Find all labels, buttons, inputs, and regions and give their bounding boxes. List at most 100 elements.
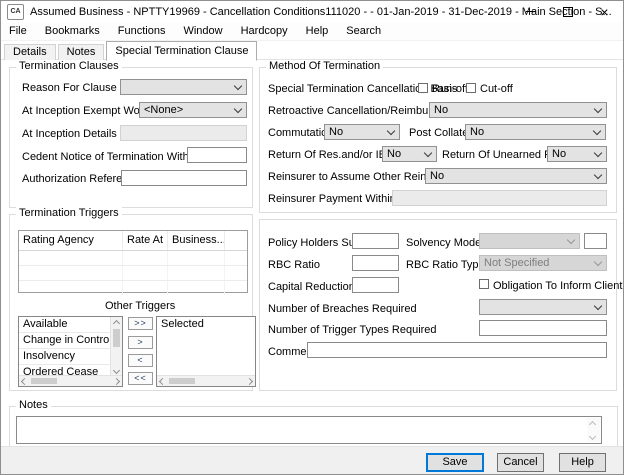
policy-holders-surplus-field[interactable] — [352, 233, 399, 249]
vertical-scrollbar[interactable] — [110, 317, 122, 376]
cancel-button[interactable]: Cancel — [497, 453, 544, 472]
authorization-reference-field[interactable] — [121, 170, 247, 186]
chevron-down-icon — [424, 148, 432, 156]
return-res-ibnr-select[interactable]: No — [382, 146, 437, 162]
list-item[interactable]: Insolvency — [19, 349, 111, 365]
table-header-row: Rating Agency Rate At Business... — [19, 231, 247, 251]
tab-notes[interactable]: Notes — [58, 44, 105, 60]
vertical-scrollbar[interactable] — [587, 418, 600, 442]
obligation-to-inform-client-label: Obligation To Inform Client — [493, 280, 622, 292]
minimize-icon — [526, 11, 536, 12]
tab-page-special-termination-clause: Termination Clauses Reason For Clause At… — [1, 60, 623, 446]
column-header-business[interactable]: Business... — [168, 231, 225, 250]
app-icon[interactable]: CA — [7, 4, 24, 20]
selected-triggers-listbox: Selected — [156, 316, 256, 387]
chevron-down-icon — [234, 104, 242, 112]
chevron-down-icon — [594, 257, 602, 265]
menu-hardcopy[interactable]: Hardcopy — [232, 25, 297, 37]
chevron-down-icon — [594, 301, 602, 309]
maximize-button[interactable] — [549, 1, 586, 22]
termination-triggers-group: Termination Triggers Rating Agency Rate … — [9, 214, 253, 391]
solvency-model-extra-field[interactable] — [584, 233, 607, 249]
cut-off-checkbox[interactable] — [466, 83, 476, 93]
cut-off-label: Cut-off — [480, 83, 513, 95]
close-button[interactable]: × — [586, 1, 623, 22]
menu-bar: File Bookmarks Functions Window Hardcopy… — [1, 22, 623, 41]
trigger-types-required-field[interactable] — [479, 320, 607, 336]
menu-functions[interactable]: Functions — [109, 25, 175, 37]
scrollbar-thumb[interactable] — [113, 329, 120, 347]
reinsurer-assume-share-select[interactable]: No — [425, 168, 607, 184]
trigger-types-required-label: Number of Trigger Types Required — [268, 324, 437, 336]
move-left-button[interactable]: < — [128, 354, 153, 367]
obligation-to-inform-client-checkbox[interactable] — [479, 279, 489, 289]
column-header-rating-agency[interactable]: Rating Agency — [19, 231, 123, 250]
table-row — [19, 266, 247, 281]
reinsurer-payment-days-field — [392, 190, 607, 206]
move-right-button[interactable]: > — [128, 336, 153, 349]
list-item[interactable]: Change in Control — [19, 333, 111, 349]
breaches-required-select[interactable] — [479, 299, 607, 315]
run-off-label: Run-off — [432, 83, 468, 95]
commutation-select[interactable]: No — [324, 124, 400, 140]
scrollbar-thumb[interactable] — [169, 378, 195, 384]
termination-clauses-title: Termination Clauses — [16, 60, 122, 72]
chevron-down-icon — [234, 81, 242, 89]
notes-title: Notes — [16, 399, 51, 411]
column-header-blank — [225, 231, 247, 250]
chevron-down-icon — [387, 126, 395, 134]
list-item[interactable]: Selected — [157, 317, 255, 332]
method-of-termination-title: Method Of Termination — [266, 60, 383, 72]
close-icon: × — [600, 5, 608, 19]
cedent-notice-days-field[interactable] — [187, 147, 247, 163]
return-unearned-prem-select[interactable]: No — [547, 146, 607, 162]
notes-textarea[interactable] — [16, 416, 602, 444]
trigger-criteria-group: Policy Holders Surplus Solvency Model RB… — [259, 219, 617, 391]
termination-triggers-title: Termination Triggers — [16, 207, 122, 219]
run-off-checkbox[interactable] — [418, 83, 428, 93]
horizontal-scrollbar[interactable] — [157, 375, 255, 386]
chevron-down-icon — [594, 148, 602, 156]
rbc-ratio-type-select: Not Specified — [479, 255, 607, 271]
scrollbar-thumb[interactable] — [31, 378, 57, 384]
capital-reduction-field[interactable] — [352, 277, 399, 293]
capital-reduction-label: Capital Reduction — [268, 281, 355, 293]
retroactive-select[interactable]: No — [429, 102, 607, 118]
scroll-left-icon — [159, 377, 166, 384]
column-header-rate-at[interactable]: Rate At — [123, 231, 168, 250]
at-inception-exempt-wording-select[interactable]: <None> — [139, 102, 247, 118]
footer-bar: Save Cancel Help — [1, 446, 623, 474]
tab-special-termination-clause[interactable]: Special Termination Clause — [106, 41, 257, 61]
menu-bookmarks[interactable]: Bookmarks — [36, 25, 109, 37]
post-collateral-select[interactable]: No — [465, 124, 606, 140]
move-all-left-button[interactable]: << — [128, 372, 153, 385]
solvency-model-select — [479, 233, 580, 249]
menu-search[interactable]: Search — [337, 25, 390, 37]
maximize-icon — [563, 7, 573, 17]
list-item[interactable]: Available — [19, 317, 111, 333]
menu-file[interactable]: File — [1, 25, 36, 37]
move-all-right-button[interactable]: >> — [128, 317, 153, 330]
scroll-up-icon — [113, 320, 120, 327]
at-inception-details-field — [120, 125, 247, 141]
reason-for-clause-select[interactable] — [120, 79, 247, 95]
save-button[interactable]: Save — [426, 453, 484, 472]
scroll-down-icon — [113, 367, 120, 374]
notes-group: Notes — [9, 406, 618, 447]
scroll-right-icon — [246, 377, 253, 384]
chevron-down-icon — [594, 170, 602, 178]
breaches-required-label: Number of Breaches Required — [268, 303, 417, 315]
chevron-down-icon — [567, 235, 575, 243]
scroll-up-icon — [589, 421, 596, 428]
comments-field[interactable] — [307, 342, 607, 358]
chevron-down-icon — [594, 104, 602, 112]
termination-clauses-group: Termination Clauses Reason For Clause At… — [9, 67, 253, 208]
minimize-button[interactable] — [512, 1, 549, 22]
rbc-ratio-field[interactable] — [352, 255, 399, 271]
help-button[interactable]: Help — [559, 453, 606, 472]
title-bar: CA Assumed Business - NPTTY19969 - Cance… — [1, 1, 623, 22]
tab-details[interactable]: Details — [4, 44, 56, 60]
menu-window[interactable]: Window — [174, 25, 231, 37]
horizontal-scrollbar[interactable] — [19, 375, 122, 386]
menu-help[interactable]: Help — [297, 25, 338, 37]
